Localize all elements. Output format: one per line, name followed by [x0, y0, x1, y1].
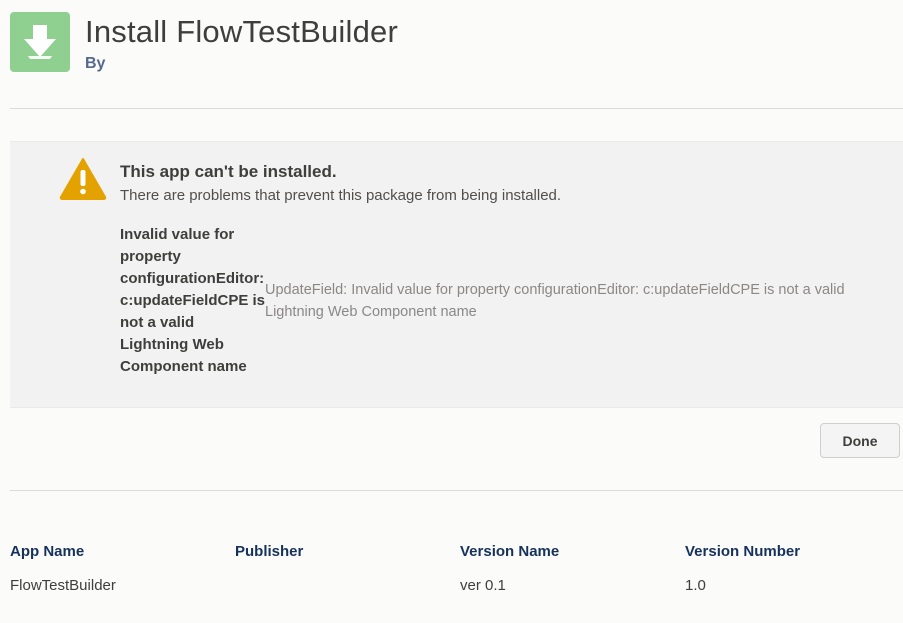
cell-app-name: FlowTestBuilder: [10, 577, 116, 594]
error-code: Invalid value for property configuration…: [120, 226, 266, 375]
error-description: There are problems that prevent this pac…: [120, 187, 562, 204]
error-title: This app can't be installed.: [120, 162, 337, 181]
publisher-by-label: By: [85, 55, 106, 72]
app-info-table: App Name Publisher Version Name Version …: [10, 543, 903, 611]
table-row: FlowTestBuilder ver 0.1 1.0: [10, 577, 903, 611]
error-detail: UpdateField: Invalid value for property …: [265, 282, 845, 320]
table-header-row: App Name Publisher Version Name Version …: [10, 543, 903, 577]
column-header-version-number: Version Number: [685, 543, 801, 560]
section-divider: [10, 490, 903, 491]
warning-icon: [59, 156, 107, 200]
column-header-publisher: Publisher: [235, 543, 304, 560]
column-header-version-name: Version Name: [460, 543, 560, 560]
install-page: Install FlowTestBuilder By This app can'…: [0, 0, 903, 623]
error-panel: This app can't be installed. There are p…: [10, 141, 903, 408]
column-header-app-name: App Name: [10, 543, 85, 560]
page-title: Install FlowTestBuilder: [85, 14, 398, 49]
header-divider: [10, 108, 903, 109]
cell-version-number: 1.0: [685, 577, 706, 594]
download-arrow-icon: [10, 12, 70, 72]
done-button[interactable]: Done: [820, 423, 900, 458]
page-header: Install FlowTestBuilder By: [10, 12, 903, 74]
cell-version-name: ver 0.1: [460, 577, 506, 594]
